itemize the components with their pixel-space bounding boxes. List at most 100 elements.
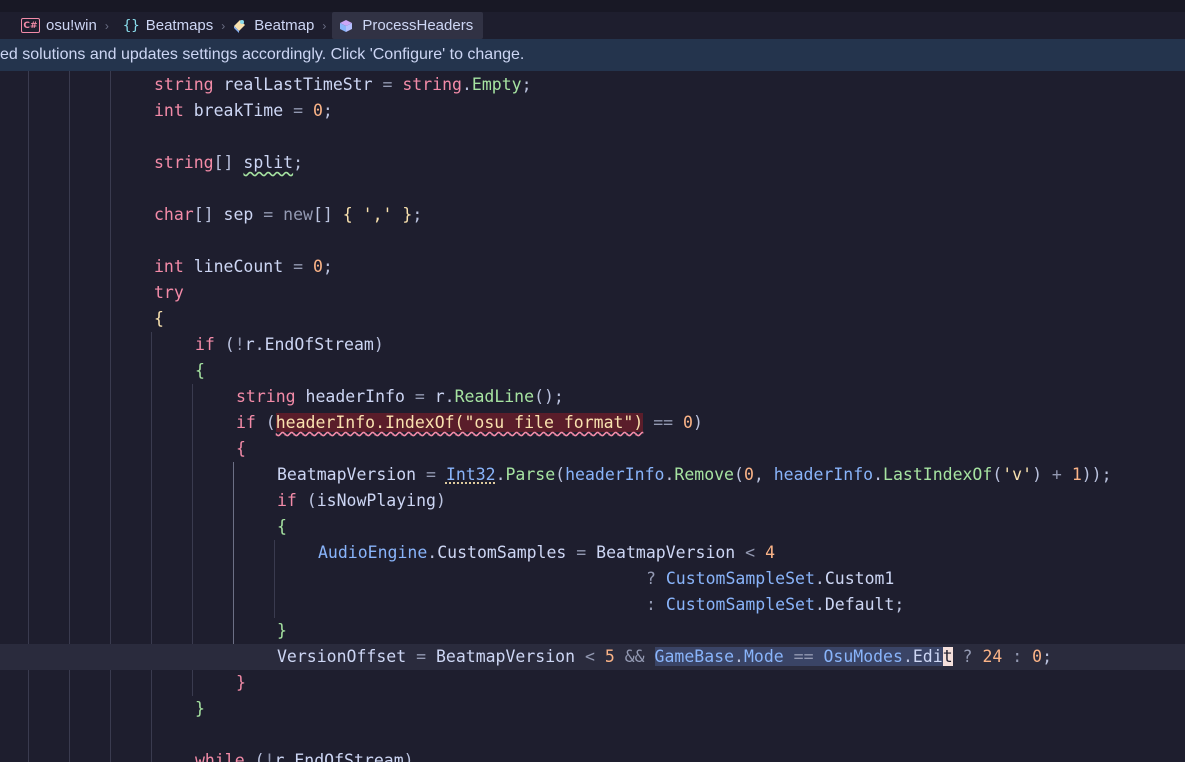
selection-highlight: GameBase.Mode == OsuModes.Edit xyxy=(654,647,953,666)
code-token: int xyxy=(154,257,184,276)
code-token: && xyxy=(614,647,655,666)
code-token: , xyxy=(753,465,774,484)
code-line: if (isNowPlaying) xyxy=(0,488,1185,514)
code-token: sep xyxy=(213,205,264,224)
code-token: ? xyxy=(646,569,666,588)
code-token: { xyxy=(332,205,353,224)
code-token: = xyxy=(406,647,436,666)
code-token: = xyxy=(382,75,393,94)
code-editor[interactable]: string realLastTimeStr = string.Empty; i… xyxy=(0,71,1185,762)
code-token: if xyxy=(195,335,215,354)
code-token: [] xyxy=(193,205,214,224)
breadcrumb-method[interactable]: ProcessHeaders xyxy=(332,12,484,39)
code-token: . xyxy=(902,647,913,666)
code-token: ( xyxy=(296,491,317,510)
code-token: : xyxy=(1002,647,1033,666)
code-token: { xyxy=(154,309,164,328)
code-line: } xyxy=(0,696,1185,722)
code-line: : CustomSampleSet.Default; xyxy=(0,592,1185,618)
code-token: string xyxy=(236,387,296,406)
code-token: breakTime xyxy=(183,101,294,120)
code-token: { xyxy=(236,439,246,458)
code-token: LastIndexOf xyxy=(883,465,993,484)
code-token: if xyxy=(277,491,297,510)
code-token: string xyxy=(154,153,214,172)
breadcrumb-method-label: ProcessHeaders xyxy=(362,17,474,34)
method-icon xyxy=(338,18,356,34)
code-token: . xyxy=(284,751,295,762)
code-token: ; xyxy=(894,595,905,614)
code-token: 'v' xyxy=(1002,465,1033,484)
code-token: while xyxy=(195,751,245,762)
chevron-right-icon: › xyxy=(221,18,226,33)
code-token: ( xyxy=(244,751,265,762)
code-token: (); xyxy=(534,387,564,406)
code-line: } xyxy=(0,670,1185,696)
code-token: = xyxy=(293,257,304,276)
code-line: BeatmapVersion = Int32.Parse(headerInfo.… xyxy=(0,462,1185,488)
code-line: char[] sep = new[] { ',' }; xyxy=(0,202,1185,228)
code-token: } xyxy=(277,621,287,640)
chevron-right-icon: › xyxy=(322,18,327,33)
code-line: try xyxy=(0,280,1185,306)
code-token: . xyxy=(444,387,455,406)
code-token: AudioEngine xyxy=(318,543,428,562)
code-token: new xyxy=(273,205,313,224)
code-token: 24 xyxy=(982,647,1003,666)
code-token: EndOfStream xyxy=(264,335,374,354)
code-token: CustomSamples xyxy=(437,543,567,562)
code-line: while (!r.EndOfStream) xyxy=(0,748,1185,762)
code-token: [] xyxy=(312,205,333,224)
code-token: { xyxy=(195,361,205,380)
namespace-braces-icon: {} xyxy=(122,17,140,34)
code-token: split xyxy=(243,153,294,172)
code-token: ; xyxy=(412,205,423,224)
code-token: ; xyxy=(521,75,532,94)
code-line: string headerInfo = r.ReadLine(); xyxy=(0,384,1185,410)
code-token: ) xyxy=(435,491,446,510)
info-bar[interactable]: ed solutions and updates settings accord… xyxy=(0,39,1185,71)
code-token: BeatmapVersion xyxy=(435,647,576,666)
code-token: ( xyxy=(255,413,276,432)
code-token: . xyxy=(734,647,744,666)
code-line: if (headerInfo.IndexOf("osu file format"… xyxy=(0,410,1185,436)
code-line: if (!r.EndOfStream) xyxy=(0,332,1185,358)
breadcrumb-project-label: osu!win xyxy=(46,17,97,34)
code-token: ( xyxy=(734,465,744,484)
code-token: char xyxy=(154,205,194,224)
code-token: isNowPlaying xyxy=(316,491,436,510)
code-token: } xyxy=(195,699,205,718)
code-token: { xyxy=(277,517,287,536)
code-token: headerInfo xyxy=(295,387,415,406)
code-token: ) xyxy=(403,751,414,762)
code-token: + xyxy=(1042,465,1072,484)
code-token: == xyxy=(653,413,674,432)
code-token: . xyxy=(814,569,825,588)
code-token: r xyxy=(274,751,285,762)
code-token: : xyxy=(646,595,666,614)
code-token: . xyxy=(814,595,825,614)
code-line: } xyxy=(0,618,1185,644)
code-token: == xyxy=(783,647,824,666)
code-line: AudioEngine.CustomSamples = BeatmapVersi… xyxy=(0,540,1185,566)
breadcrumb-project[interactable]: C# osu!win xyxy=(0,12,105,39)
code-token: 0 xyxy=(303,257,323,276)
code-token: ! xyxy=(234,335,245,354)
info-bar-message: ed solutions and updates settings accord… xyxy=(0,46,525,63)
code-token: = xyxy=(414,387,425,406)
code-token: 5 xyxy=(604,647,615,666)
code-line: { xyxy=(0,306,1185,332)
breadcrumb-namespace-label: Beatmaps xyxy=(145,17,214,34)
code-line-current: VersionOffset = BeatmapVersion < 5 && Ga… xyxy=(0,644,1185,670)
code-token: ; xyxy=(322,101,333,120)
code-line: { xyxy=(0,436,1185,462)
code-token: . xyxy=(254,335,265,354)
code-token: )); xyxy=(1081,465,1112,484)
breadcrumb-namespace[interactable]: {} Beatmaps xyxy=(123,12,221,39)
code-token: EndOfStream xyxy=(294,751,404,762)
error-highlight: headerInfo.IndexOf("osu file format") xyxy=(275,413,644,432)
breadcrumb-class[interactable]: Beatmap xyxy=(231,12,322,39)
code-token: ReadLine xyxy=(454,387,535,406)
